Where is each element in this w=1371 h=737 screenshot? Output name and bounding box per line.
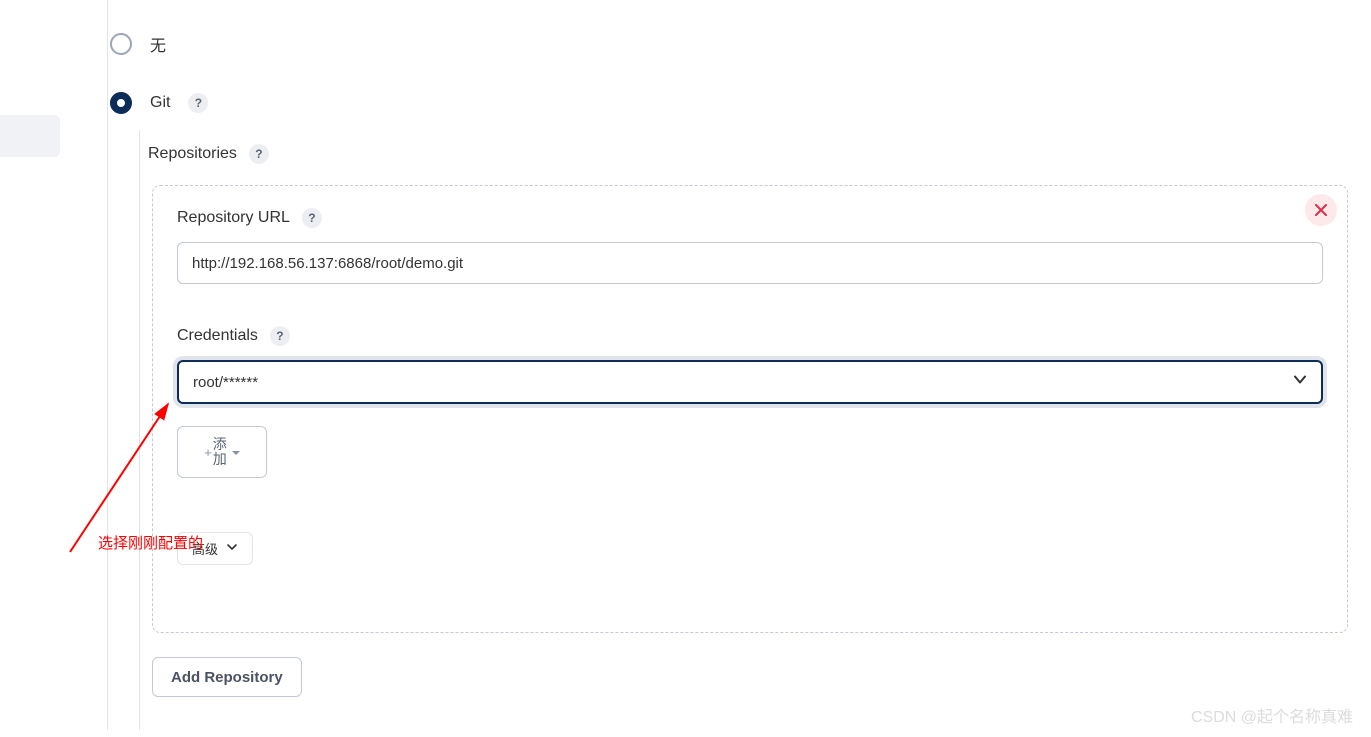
url-label-text: Repository URL bbox=[177, 209, 290, 227]
scm-option-none[interactable]: 无 bbox=[110, 32, 166, 56]
watermark: CSDN @起个名称真难 bbox=[1191, 703, 1353, 727]
credentials-label-text: Credentials bbox=[177, 327, 258, 345]
credentials-selected-value: root/****** bbox=[193, 374, 258, 391]
repositories-section-label: Repositories ? bbox=[148, 144, 269, 164]
repositories-text: Repositories bbox=[148, 145, 237, 163]
repository-block: Repository URL ? Credentials ? root/****… bbox=[152, 185, 1348, 633]
scm-option-git[interactable]: Git ? bbox=[110, 92, 208, 114]
radio-icon bbox=[110, 33, 132, 55]
close-icon bbox=[1315, 204, 1327, 216]
repository-url-input[interactable] bbox=[177, 242, 1323, 284]
add-credentials-button[interactable]: + 添加 bbox=[177, 426, 267, 478]
add-button-label: 添加 bbox=[213, 437, 227, 468]
plus-icon: + bbox=[204, 445, 212, 460]
repository-url-label: Repository URL ? bbox=[177, 208, 1323, 228]
add-repository-button[interactable]: Add Repository bbox=[152, 657, 302, 697]
caret-down-icon bbox=[232, 444, 240, 460]
radio-icon-selected bbox=[110, 92, 132, 114]
help-icon[interactable]: ? bbox=[188, 93, 208, 113]
remove-repository-button[interactable] bbox=[1305, 194, 1337, 226]
help-icon[interactable]: ? bbox=[249, 144, 269, 164]
radio-label-git: Git bbox=[150, 94, 170, 112]
vertical-divider bbox=[107, 0, 108, 730]
help-icon[interactable]: ? bbox=[302, 208, 322, 228]
sidebar-stub bbox=[0, 115, 60, 157]
vertical-divider-inner bbox=[139, 130, 140, 730]
help-icon[interactable]: ? bbox=[270, 326, 290, 346]
credentials-select[interactable]: root/****** bbox=[177, 360, 1323, 404]
credentials-select-wrapper: root/****** bbox=[177, 360, 1323, 404]
credentials-label: Credentials ? bbox=[177, 326, 1323, 346]
annotation-text: 选择刚刚配置的 bbox=[98, 532, 203, 553]
chevron-down-icon bbox=[226, 541, 238, 556]
radio-label-none: 无 bbox=[150, 32, 166, 56]
